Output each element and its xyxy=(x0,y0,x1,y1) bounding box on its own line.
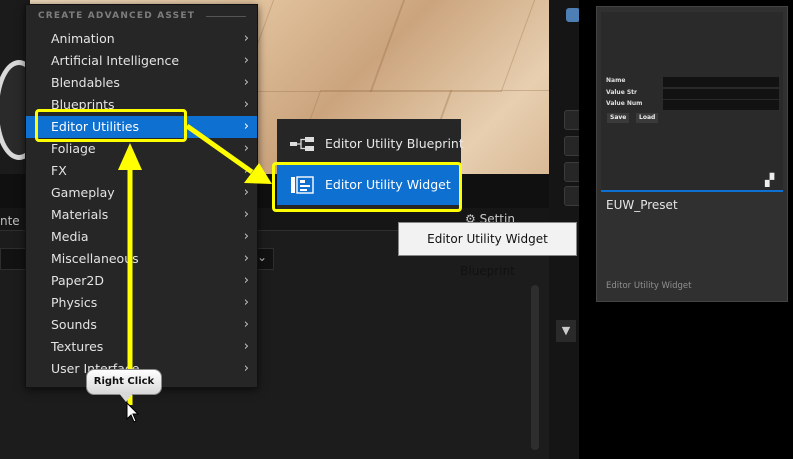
chevron-right-icon: › xyxy=(243,273,249,288)
blueprint-graph-icon xyxy=(290,137,314,151)
menu-item-label: Media xyxy=(51,229,89,244)
chevron-down-icon[interactable]: ⌄ xyxy=(257,250,267,264)
menu-item-miscellaneous[interactable]: Miscellaneous › xyxy=(26,248,257,270)
chevron-right-icon: › xyxy=(243,53,249,68)
menu-item-label: Physics xyxy=(51,295,98,310)
menu-item-animation[interactable]: Animation › xyxy=(26,28,257,50)
chevron-right-icon: › xyxy=(243,163,249,178)
submenu-item-editor-utility-blueprint[interactable]: Editor Utility Blueprint xyxy=(277,124,464,164)
submenu-item-label: Editor Utility Blueprint xyxy=(325,136,464,151)
chevron-right-icon: › xyxy=(243,141,249,156)
menu-item-textures[interactable]: Textures › xyxy=(26,336,257,358)
chevron-right-icon: › xyxy=(243,361,249,376)
menu-item-fx[interactable]: FX › xyxy=(26,160,257,182)
menu-item-blendables[interactable]: Blendables › xyxy=(26,72,257,94)
menu-item-physics[interactable]: Physics › xyxy=(26,292,257,314)
widget-type-icon: ▞ xyxy=(765,173,775,187)
chevron-right-icon: › xyxy=(243,339,249,354)
chevron-right-icon: › xyxy=(243,97,249,112)
panel-button[interactable] xyxy=(564,186,579,206)
asset-name: EUW_Preset xyxy=(606,198,678,212)
panel-button[interactable] xyxy=(564,162,579,182)
menu-item-label: Blendables xyxy=(51,75,120,90)
chevron-right-icon: › xyxy=(243,295,249,310)
dropdown-toggle-icon[interactable]: ▼ xyxy=(556,320,576,342)
menu-item-paper2d[interactable]: Paper2D › xyxy=(26,270,257,292)
preview-field-label: Name xyxy=(606,77,626,84)
menu-item-gameplay[interactable]: Gameplay › xyxy=(26,182,257,204)
menu-item-label: Textures xyxy=(51,339,104,354)
menu-item-label: FX xyxy=(51,163,67,178)
menu-item-media[interactable]: Media › xyxy=(26,226,257,248)
callout-tail xyxy=(118,392,134,402)
menu-header: CREATE ADVANCED ASSET xyxy=(38,11,196,21)
chevron-right-icon: › xyxy=(243,317,249,332)
chevron-right-icon: › xyxy=(243,119,249,134)
menu-header-divider xyxy=(206,16,246,17)
chevron-right-icon: › xyxy=(243,75,249,90)
panel-button[interactable] xyxy=(564,136,579,156)
panel-button[interactable] xyxy=(564,110,579,130)
chevron-right-icon: › xyxy=(243,185,249,200)
menu-item-label: Paper2D xyxy=(51,273,104,288)
scrollbar[interactable] xyxy=(531,285,539,450)
preview-save-button: Save xyxy=(607,113,630,123)
panel-icon[interactable] xyxy=(566,8,579,22)
chevron-right-icon: › xyxy=(243,251,249,266)
menu-item-label: Materials xyxy=(51,207,109,222)
menu-item-label: Miscellaneous xyxy=(51,251,139,266)
asset-type-label: Editor Utility Widget xyxy=(606,281,692,291)
menu-item-label: Gameplay xyxy=(51,185,115,200)
menu-item-label: Sounds xyxy=(51,317,97,332)
chevron-right-icon: › xyxy=(243,31,249,46)
asset-type-color-bar xyxy=(601,190,783,192)
preview-load-button: Load xyxy=(636,113,659,123)
highlight-editor-utilities xyxy=(35,109,187,142)
preview-name-field xyxy=(663,77,779,87)
create-advanced-asset-menu: CREATE ADVANCED ASSET Animation › Artific… xyxy=(25,4,258,388)
preview-value-num-field xyxy=(663,100,779,110)
menu-item-materials[interactable]: Materials › xyxy=(26,204,257,226)
menu-item-sounds[interactable]: Sounds › xyxy=(26,314,257,336)
preview-value-str-field xyxy=(663,89,779,99)
content-tab-label[interactable]: nte xyxy=(0,214,20,228)
tooltip: Editor Utility Widget Blueprint xyxy=(398,222,577,278)
menu-item-label: Artificial Intelligence xyxy=(51,53,180,68)
menu-item-label: Animation xyxy=(51,31,115,46)
chevron-right-icon: › xyxy=(243,207,249,222)
chevron-right-icon: › xyxy=(243,229,249,244)
highlight-editor-utility-widget xyxy=(272,162,462,212)
menu-item-artificial-intelligence[interactable]: Artificial Intelligence › xyxy=(26,50,257,72)
mouse-cursor-icon xyxy=(126,402,140,423)
preview-field-label: Value Str xyxy=(606,89,637,96)
preview-field-label: Value Num xyxy=(606,100,643,107)
